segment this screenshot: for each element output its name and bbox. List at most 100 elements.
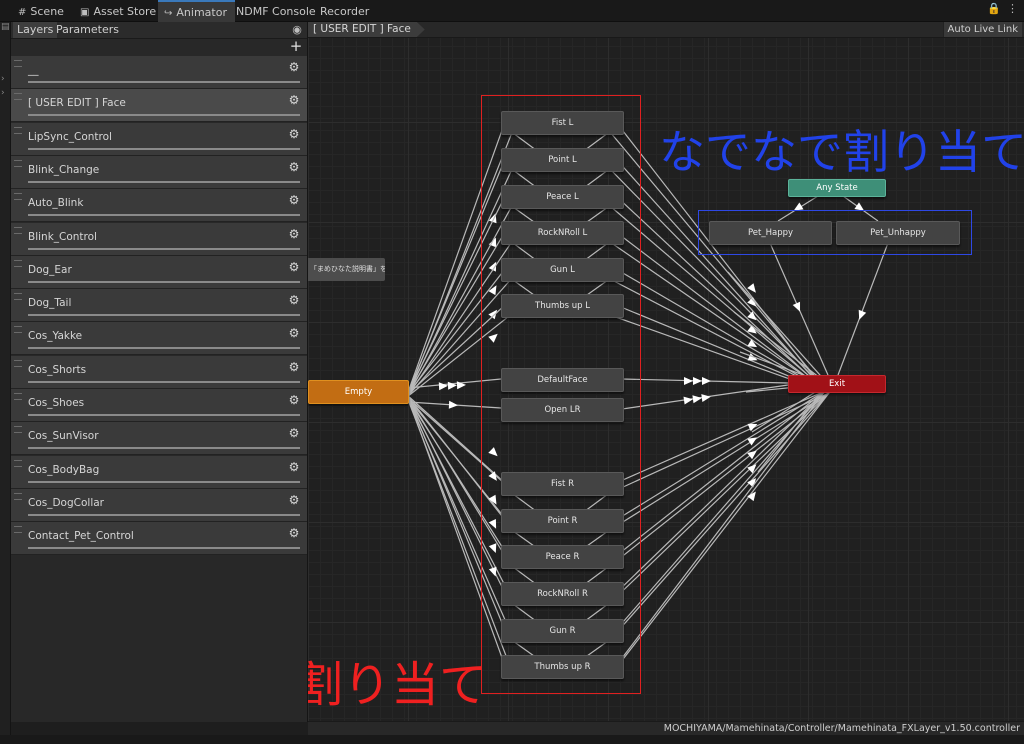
drag-handle-icon[interactable] bbox=[14, 60, 22, 67]
state-machine-graph[interactable]: [ USER EDIT ] Face Auto Live Link 「まめひなた… bbox=[308, 22, 1024, 721]
layer-row[interactable]: Dog_Ear ⚙ bbox=[11, 255, 307, 289]
note-node[interactable]: 「まめひなた説明書」をご参照ください。 bbox=[308, 258, 385, 281]
layer-weight-bar bbox=[28, 314, 300, 317]
gear-icon[interactable]: ⚙ bbox=[288, 394, 300, 406]
layer-weight-bar bbox=[28, 513, 300, 516]
gear-icon[interactable]: ⚙ bbox=[288, 228, 300, 240]
state-default-face[interactable]: DefaultFace bbox=[501, 368, 624, 392]
layer-row[interactable]: Cos_Yakke ⚙ bbox=[11, 322, 307, 356]
state-peace-r[interactable]: Peace R bbox=[501, 545, 624, 569]
state-point-r[interactable]: Point R bbox=[501, 509, 624, 533]
animator-icon: ↪ bbox=[164, 8, 173, 19]
drag-handle-icon[interactable] bbox=[14, 193, 22, 201]
tab-asset-store[interactable]: ▣ Asset Store bbox=[80, 2, 156, 21]
tab-animator[interactable]: ↪ Animator bbox=[158, 0, 235, 23]
tab-scene[interactable]: # Scene bbox=[18, 2, 64, 21]
add-layer-button[interactable]: + bbox=[289, 39, 303, 54]
transition-arrow bbox=[448, 400, 458, 409]
state-rocknroll-r[interactable]: RockNRoll R bbox=[501, 582, 624, 606]
layer-weight-bar bbox=[28, 214, 300, 217]
gear-icon[interactable]: ⚙ bbox=[288, 427, 300, 439]
layer-row[interactable]: Auto_Blink ⚙ bbox=[11, 189, 307, 223]
drag-handle-icon[interactable] bbox=[14, 393, 22, 400]
drag-handle-icon[interactable] bbox=[14, 492, 22, 500]
gear-icon[interactable]: ⚙ bbox=[288, 361, 300, 373]
gear-icon[interactable]: ⚙ bbox=[288, 94, 300, 106]
layer-weight-bar bbox=[28, 347, 300, 350]
state-point-l[interactable]: Point L bbox=[501, 148, 624, 172]
auto-live-link-toggle[interactable]: Auto Live Link bbox=[942, 22, 1022, 37]
gear-icon[interactable]: ⚙ bbox=[288, 327, 300, 339]
breadcrumb[interactable]: [ USER EDIT ] Face bbox=[308, 22, 425, 37]
editor-tab-bar: # Scene ▣ Asset Store ↪ Animator NDMF Conso… bbox=[0, 0, 1024, 23]
transition-arrow bbox=[747, 283, 756, 293]
tab-label: Recorder bbox=[320, 5, 370, 18]
gear-icon[interactable]: ⚙ bbox=[288, 261, 300, 273]
gear-icon[interactable]: ⚙ bbox=[288, 494, 300, 506]
layer-row[interactable]: Contact_Pet_Control ⚙ bbox=[11, 522, 307, 556]
menu-icon[interactable]: ⋮ bbox=[1007, 2, 1018, 15]
state-pet-unhappy[interactable]: Pet_Unhappy bbox=[836, 221, 960, 245]
drag-handle-icon[interactable] bbox=[14, 126, 22, 134]
drag-handle-icon[interactable] bbox=[14, 359, 22, 367]
drag-handle-icon[interactable] bbox=[14, 426, 22, 434]
drag-handle-icon[interactable] bbox=[14, 526, 22, 534]
state-open-lr[interactable]: Open LR bbox=[501, 398, 624, 422]
layer-row[interactable]: [ USER EDIT ] Face ⚙ bbox=[11, 89, 307, 123]
lock-icon[interactable]: 🔒 bbox=[987, 2, 1001, 15]
tab-recorder[interactable]: Recorder bbox=[320, 2, 369, 21]
state-pet-happy[interactable]: Pet_Happy bbox=[709, 221, 832, 245]
gear-icon[interactable]: ⚙ bbox=[288, 128, 300, 140]
transition-arrow bbox=[693, 377, 702, 385]
layer-row[interactable]: Cos_Shoes ⚙ bbox=[11, 389, 307, 422]
layer-name: Cos_DogCollar bbox=[28, 496, 104, 509]
gear-icon[interactable]: ⚙ bbox=[288, 527, 300, 539]
gear-icon[interactable]: ⚙ bbox=[288, 461, 300, 473]
drag-handle-icon[interactable] bbox=[14, 293, 22, 301]
gear-icon[interactable]: ⚙ bbox=[288, 194, 300, 206]
state-fist-l[interactable]: Fist L bbox=[501, 111, 624, 135]
layer-row[interactable]: LipSync_Control ⚙ bbox=[11, 122, 307, 156]
state-peace-l[interactable]: Peace L bbox=[501, 185, 624, 209]
drag-handle-icon[interactable] bbox=[14, 459, 22, 467]
chevron-right-icon[interactable]: › bbox=[1, 74, 5, 84]
layer-row[interactable]: Cos_BodyBag ⚙ bbox=[11, 455, 307, 489]
state-fist-r[interactable]: Fist R bbox=[501, 472, 624, 496]
gear-icon[interactable]: ⚙ bbox=[288, 61, 300, 73]
state-thumbs-up-r[interactable]: Thumbs up R bbox=[501, 655, 624, 679]
state-empty[interactable]: Empty bbox=[308, 380, 409, 404]
gear-icon[interactable]: ⚙ bbox=[288, 294, 300, 306]
tab-label: Asset Store bbox=[93, 5, 157, 18]
layer-row[interactable]: Dog_Tail ⚙ bbox=[11, 289, 307, 323]
layer-row[interactable]: Cos_Shorts ⚙ bbox=[11, 355, 307, 389]
layer-weight-bar bbox=[28, 447, 300, 450]
gear-icon[interactable]: ⚙ bbox=[288, 161, 300, 173]
layer-weight-bar bbox=[28, 147, 300, 150]
chevron-right-icon[interactable]: › bbox=[1, 88, 5, 98]
layer-row[interactable]: __ ⚙ bbox=[11, 56, 307, 89]
eye-icon[interactable]: ◉ bbox=[291, 22, 303, 38]
tab-ndmf-console[interactable]: NDMF Console bbox=[236, 2, 316, 21]
state-rocknroll-l[interactable]: RockNRoll L bbox=[501, 221, 624, 245]
drag-handle-icon[interactable] bbox=[14, 326, 22, 334]
breadcrumb-bar: [ USER EDIT ] Face Auto Live Link bbox=[308, 22, 1024, 38]
layer-row[interactable]: Cos_SunVisor ⚙ bbox=[11, 422, 307, 456]
state-thumbs-up-l[interactable]: Thumbs up L bbox=[501, 294, 624, 318]
layer-row[interactable]: Blink_Change ⚙ bbox=[11, 155, 307, 189]
drag-handle-icon[interactable] bbox=[14, 226, 22, 234]
drag-handle-icon[interactable] bbox=[14, 159, 22, 167]
layer-name: [ USER EDIT ] Face bbox=[28, 97, 126, 110]
tab-layers[interactable]: Layers bbox=[13, 22, 58, 38]
layer-name: Dog_Ear bbox=[28, 263, 72, 276]
layer-row[interactable]: Blink_Control ⚙ bbox=[11, 222, 307, 256]
drag-handle-icon[interactable] bbox=[14, 259, 22, 267]
drag-handle-icon[interactable] bbox=[14, 93, 22, 101]
layer-row[interactable]: Cos_DogCollar ⚙ bbox=[11, 488, 307, 522]
state-gun-r[interactable]: Gun R bbox=[501, 619, 624, 643]
panel-icon[interactable]: ▤ bbox=[1, 22, 10, 32]
transition-line bbox=[615, 390, 826, 557]
transition-line bbox=[615, 390, 826, 667]
tab-parameters[interactable]: Parameters bbox=[52, 22, 123, 38]
state-exit[interactable]: Exit bbox=[788, 375, 886, 393]
state-gun-l[interactable]: Gun L bbox=[501, 258, 624, 282]
